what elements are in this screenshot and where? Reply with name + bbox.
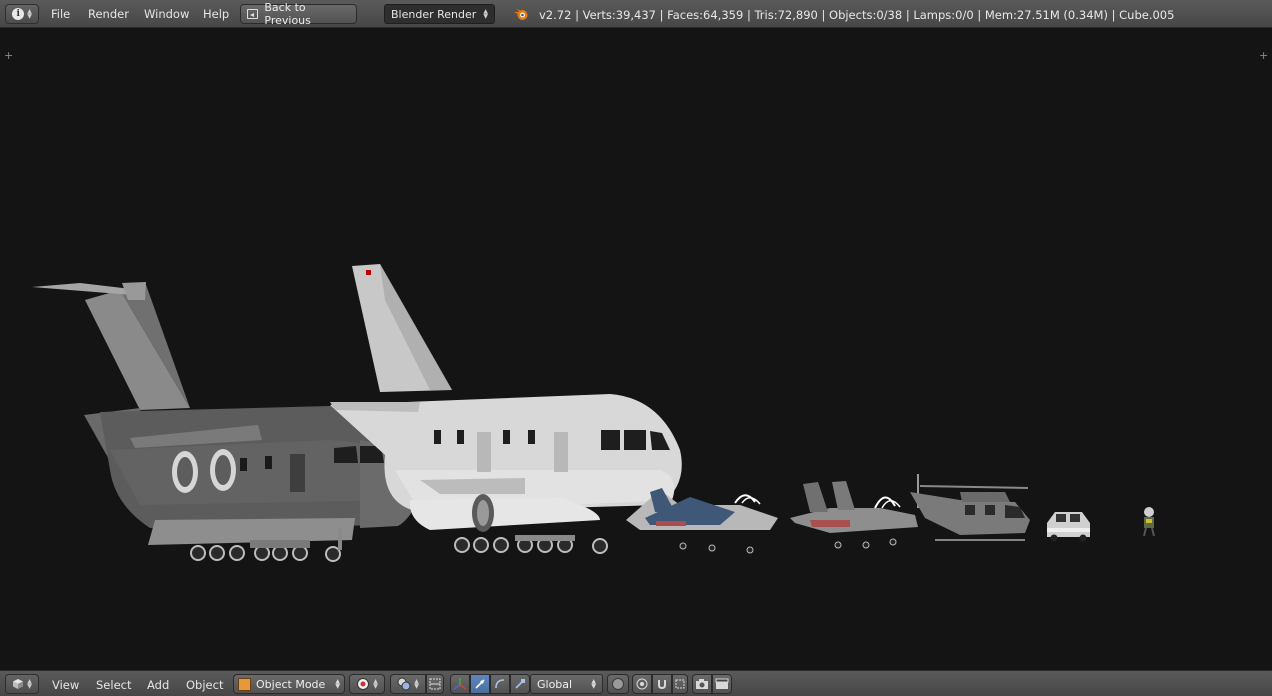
- menu-file[interactable]: File: [51, 7, 70, 23]
- blender-logo-icon: [514, 9, 528, 20]
- snap-element-button[interactable]: [672, 674, 688, 694]
- 3d-view-header: ▲ ▼ View Select Add Object Object Mode ▲ ▼…: [0, 670, 1272, 696]
- object-mode-icon: [238, 677, 251, 691]
- layers-button[interactable]: [607, 674, 629, 694]
- layer-circle-icon: [612, 678, 624, 690]
- shading-solid-icon: [357, 678, 370, 690]
- arrow-translate-icon: [475, 679, 485, 689]
- back-screen-icon: [247, 9, 259, 19]
- render-opengl-button[interactable]: [692, 674, 712, 694]
- utility-vehicle[interactable]: [1047, 512, 1090, 542]
- info-header: i ▲ ▼ File Render Window Help Back to Pre…: [0, 0, 1272, 28]
- dropdown-arrows-icon: ▲ ▼: [591, 678, 596, 690]
- proportional-edit-icon: [636, 678, 648, 690]
- viewport-shading-button[interactable]: ▲ ▼: [349, 674, 385, 694]
- transform-orientation-select[interactable]: Global ▲ ▼: [530, 674, 603, 694]
- updown-arrows-icon: ▲ ▼: [27, 678, 32, 690]
- interaction-mode-select[interactable]: Object Mode ▲ ▼: [233, 674, 345, 694]
- menu-select[interactable]: Select: [96, 678, 131, 696]
- snap-element-icon: [675, 679, 685, 689]
- menu-view[interactable]: View: [52, 678, 79, 696]
- dropdown-arrows-icon: ▲ ▼: [414, 678, 419, 690]
- render-engine-select[interactable]: Blender Render ▲ ▼: [384, 4, 495, 24]
- proportional-editing-button[interactable]: [632, 674, 652, 694]
- editor-type-button[interactable]: ▲ ▼: [5, 674, 39, 694]
- pilot-figure[interactable]: [1143, 507, 1155, 537]
- dropdown-arrows-icon: ▲ ▼: [335, 678, 340, 690]
- scale-manipulator-button[interactable]: [510, 674, 530, 694]
- pivot-point-button[interactable]: ▲ ▼: [390, 674, 426, 694]
- manipulator-toggle-button[interactable]: [450, 674, 470, 694]
- scale-manipulator-icon: [515, 679, 525, 689]
- dropdown-arrows-icon: ▲ ▼: [483, 8, 488, 20]
- menu-add[interactable]: Add: [147, 678, 169, 696]
- arc-rotate-icon: [495, 679, 505, 689]
- translate-manipulator-button[interactable]: [470, 674, 490, 694]
- render-engine-value: Blender Render: [391, 7, 477, 21]
- editor-type-button[interactable]: i ▲ ▼: [5, 4, 39, 24]
- helicopter[interactable]: [910, 474, 1030, 541]
- 3d-view-cube-icon: [13, 679, 24, 689]
- render-animation-button[interactable]: [712, 674, 732, 694]
- menu-render[interactable]: Render: [88, 7, 129, 23]
- pivot-align-icon: [429, 678, 441, 690]
- clapperboard-icon: [715, 678, 729, 689]
- scene-statistics: v2.72 | Verts:39,437 | Faces:64,359 | Tr…: [539, 8, 1175, 22]
- scene-render: [32, 264, 1155, 562]
- pivot-point-icon: [397, 677, 411, 691]
- 3d-viewport[interactable]: + +: [0, 29, 1272, 670]
- menu-object[interactable]: Object: [186, 678, 223, 696]
- dropdown-arrows-icon: ▲ ▼: [373, 678, 378, 690]
- magnet-snap-icon: [658, 680, 666, 689]
- info-icon: i: [12, 8, 25, 20]
- manipulator-axes-icon: [453, 678, 467, 690]
- menu-help[interactable]: Help: [203, 7, 229, 23]
- interaction-mode-value: Object Mode: [256, 677, 326, 691]
- back-to-previous-label: Back to Previous: [264, 1, 311, 27]
- back-to-previous-button[interactable]: Back to Previous: [240, 1, 357, 27]
- pivot-align-button[interactable]: [426, 674, 444, 694]
- camera-render-icon: [696, 679, 708, 689]
- transform-orientation-value: Global: [537, 677, 573, 691]
- fighter-jet-grey[interactable]: [790, 481, 918, 549]
- rotate-manipulator-button[interactable]: [490, 674, 510, 694]
- menu-window[interactable]: Window: [144, 7, 189, 23]
- updown-arrows-icon: ▲ ▼: [27, 8, 32, 20]
- snap-toggle-button[interactable]: [652, 674, 672, 694]
